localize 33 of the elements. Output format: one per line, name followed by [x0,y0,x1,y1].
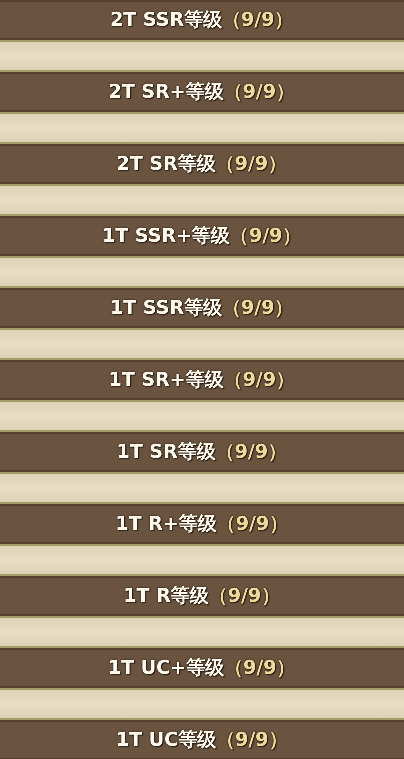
tier-label: 1T R+等级 [116,512,217,537]
header-bar[interactable]: 1T R等级（9/9） [0,576,404,616]
progress-count: （9/9） [224,656,296,681]
progress-count: （9/9） [222,296,294,321]
tier-label: 2T SR+等级 [108,80,224,105]
tier-label: 1T SR+等级 [108,368,224,393]
progress-count: （9/9） [209,584,280,609]
header-bar[interactable]: 1T SSR等级（9/9） [0,288,404,328]
tier-label: 1T UC等级 [116,728,216,753]
header-bar[interactable]: 2T SSR等级（9/9） [0,0,404,40]
header-bar[interactable]: 1T SR+等级（9/9） [0,360,404,400]
tier-label: 2T SSR等级 [110,8,222,33]
header-bar[interactable]: 1T UC+等级（9/9） [0,648,404,688]
progress-count: （9/9） [216,512,288,537]
tier-label: 1T SSR等级 [110,296,222,321]
tier-label: 1T SSR+等级 [102,224,230,249]
progress-count: （9/9） [222,8,294,33]
progress-count: （9/9） [224,368,296,393]
progress-count: （9/9） [216,728,288,753]
tier-label: 1T UC+等级 [108,656,224,681]
header-bar[interactable]: 2T SR+等级（9/9） [0,72,404,112]
progress-count: （9/9） [216,152,288,177]
header-bar[interactable]: 1T R+等级（9/9） [0,504,404,544]
tier-label: 1T R等级 [124,584,210,609]
header-bar[interactable]: 2T SR等级（9/9） [0,144,404,184]
tier-label: 1T SR等级 [116,440,216,465]
header-bar[interactable]: 1T SSR+等级（9/9） [0,216,404,256]
progress-count: （9/9） [216,440,288,465]
header-bar[interactable]: 1T SR等级（9/9） [0,432,404,472]
header-bar[interactable]: 1T UC等级（9/9） [0,720,404,759]
progress-count: （9/9） [224,80,296,105]
progress-count: （9/9） [230,224,302,249]
tier-label: 2T SR等级 [116,152,216,177]
